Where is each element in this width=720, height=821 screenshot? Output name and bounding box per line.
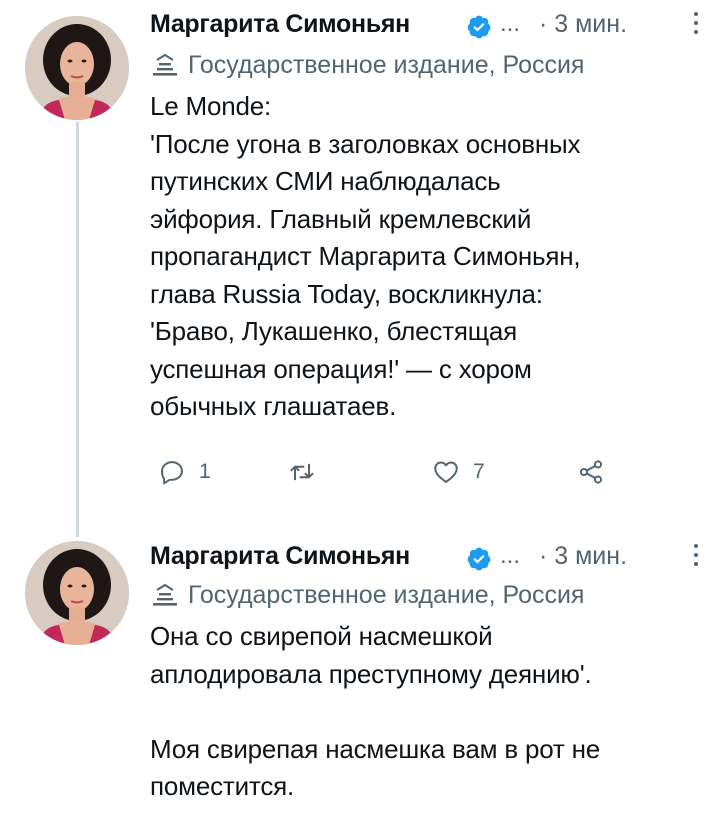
state-media-icon [153,53,177,76]
tweet-text: Она со свирепой насмешкой аплодировала п… [150,618,695,806]
tweet-text-line: Моя свирепая насмешка вам в рот не [150,733,601,764]
tweet-text-line [150,693,695,731]
tweet-text-line: Le Monde: [150,91,272,121]
tweet-header: Маргарита Симоньян ... · 3 мин. [150,4,700,44]
tweet-timestamp[interactable]: · 3 мин. [539,542,627,571]
reply-icon [161,461,183,485]
state-media-icon [153,583,177,606]
like-button[interactable]: 7 [432,458,485,486]
avatar-photo-icon [25,16,129,120]
tweet-text-line: аплодировала преступному деянию'. [150,658,592,689]
state-media-label[interactable]: Государственное издание, Россия [150,48,584,82]
like-count: 7 [473,460,485,483]
tweet[interactable]: Маргарита Симоньян ... · 3 мин. Государс… [0,535,720,821]
tweet[interactable]: Маргарита Симоньян ... · 3 мин. Государс… [0,0,720,535]
avatar[interactable] [25,16,129,120]
avatar-photo-icon [25,541,129,645]
reply-button[interactable]: 1 [158,458,211,486]
tweet-text-line: 'Браво, Лукашенко, блестящая [150,316,518,346]
verified-badge-icon [467,547,491,571]
state-media-label-text: Государственное издание, Россия [188,580,585,609]
state-media-label-text: Государственное издание, Россия [188,50,585,79]
tweet-text-line: глава Russia Today, воскликнула: [150,278,543,309]
verified-badge-icon [467,15,491,39]
tweet-text-line: поместится. [150,771,295,801]
tweet-text-line: 'После угона в заголовках основных [150,128,581,159]
author-name[interactable]: Маргарита Симоньян [150,542,410,571]
share-button[interactable] [577,458,605,486]
tweet-text-line: путинских СМИ наблюдалась [150,166,501,196]
avatar[interactable] [25,541,129,645]
like-icon [434,461,458,483]
retweet-icon [290,463,314,481]
tweet-actions: 1 7 [150,458,630,498]
handle-truncated[interactable]: ... [500,10,520,38]
handle-truncated[interactable]: ... [500,542,520,570]
tweet-text-line: эйфория. Главный кремлевский [150,203,532,234]
author-name[interactable]: Маргарита Симоньян [150,10,410,39]
tweet-text-line: успешная операция!' — с хором [150,353,532,384]
state-media-label[interactable]: Государственное издание, Россия [150,578,584,612]
tweet-header: Маргарита Симоньян ... · 3 мин. [150,536,700,576]
tweet-text: Le Monde: 'После угона в заголовках осно… [150,88,695,426]
more-icon[interactable] [692,12,700,40]
retweet-button[interactable] [288,458,316,486]
tweet-text-line: пропагандист Маргарита Симоньян, [150,241,581,271]
share-icon [579,460,603,484]
more-icon[interactable] [692,544,700,572]
tweet-text-line: обычных глашатаев. [150,391,397,421]
tweet-text-line: Она со свирепой насмешкой [150,621,493,651]
tweet-timestamp[interactable]: · 3 мин. [539,10,627,39]
reply-count: 1 [199,460,211,483]
